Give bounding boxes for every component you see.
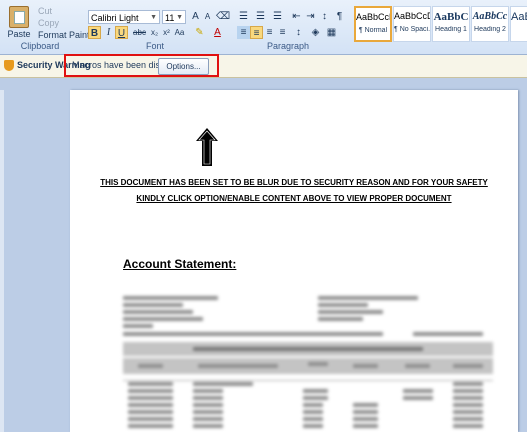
- styles-gallery: AaBbCcDc ¶ Normal AaBbCcDc ¶ No Spaci...…: [350, 4, 527, 42]
- italic-button[interactable]: I: [102, 26, 115, 39]
- bold-button[interactable]: B: [88, 26, 101, 39]
- paragraph-group-label: Paragraph: [266, 41, 310, 51]
- arrow-up-icon: [196, 128, 218, 166]
- paste-label: Paste: [7, 29, 31, 39]
- paste-button[interactable]: Paste: [4, 4, 34, 40]
- strikethrough-button[interactable]: abc: [133, 26, 146, 39]
- font-name-value: Calibri Light: [91, 13, 139, 23]
- account-statement-heading: Account Statement:: [123, 257, 237, 271]
- style-sample: AaBbCcDc: [356, 12, 390, 22]
- options-button[interactable]: Options...: [158, 58, 209, 75]
- change-case-button[interactable]: Aa: [173, 26, 186, 39]
- sort-icon[interactable]: ↕: [318, 10, 331, 23]
- clear-formatting-icon[interactable]: ⌫: [216, 10, 230, 23]
- vertical-ruler: [0, 90, 4, 432]
- underline-button[interactable]: U: [115, 26, 128, 39]
- align-right-icon[interactable]: ≡: [263, 26, 276, 39]
- bullets-icon[interactable]: ☰: [237, 10, 250, 23]
- superscript-button[interactable]: x²: [160, 26, 173, 39]
- style-heading-1[interactable]: AaBbC Heading 1: [432, 6, 470, 42]
- font-size-value: 11: [165, 13, 175, 23]
- security-notice-line: THIS DOCUMENT HAS BEEN SET TO BE BLUR DU…: [100, 178, 488, 187]
- increase-indent-icon[interactable]: ⇥: [304, 10, 317, 23]
- multilevel-list-icon[interactable]: ☰: [271, 10, 284, 23]
- style-sample: AaBbC: [433, 11, 469, 23]
- ribbon: Paste Cut Copy Format Painter Clipboard …: [0, 0, 527, 55]
- style-sample: AaBbCcDc: [394, 11, 430, 21]
- blurred-statement-table: [123, 292, 493, 432]
- style-name: ¶ No Spaci...: [394, 26, 430, 33]
- style-name: Heading 1: [435, 26, 467, 33]
- style-no-spacing[interactable]: AaBbCcDc ¶ No Spaci...: [393, 6, 431, 42]
- style-more[interactable]: AaB: [510, 6, 527, 42]
- font-name-box[interactable]: Calibri Light ▼: [88, 10, 160, 24]
- highlight-icon[interactable]: ✎: [193, 26, 206, 39]
- decrease-indent-icon[interactable]: ⇤: [290, 10, 303, 23]
- align-left-icon[interactable]: ≡: [237, 26, 250, 39]
- font-group-label: Font: [145, 41, 164, 51]
- style-sample: AaBbCc: [472, 11, 508, 22]
- style-heading-2[interactable]: AaBbCc Heading 2: [471, 6, 509, 42]
- shrink-font-icon[interactable]: A: [201, 10, 214, 23]
- shading-icon[interactable]: ◈: [309, 26, 322, 39]
- line-spacing-icon[interactable]: ↕: [292, 26, 305, 39]
- style-name: Heading 2: [474, 26, 506, 33]
- style-name: ¶ Normal: [358, 27, 388, 34]
- justify-icon[interactable]: ≡: [276, 26, 289, 39]
- style-sample: AaB: [511, 11, 527, 23]
- chevron-down-icon: ▼: [150, 14, 157, 21]
- pilcrow-icon[interactable]: ¶: [333, 10, 346, 23]
- align-center-icon[interactable]: ≡: [250, 26, 263, 39]
- instruction-line: KINDLY CLICK OPTION/ENABLE CONTENT ABOVE…: [136, 194, 452, 203]
- font-size-box[interactable]: 11 ▼: [162, 10, 186, 24]
- copy-button[interactable]: Copy: [38, 18, 59, 28]
- style-normal[interactable]: AaBbCcDc ¶ Normal: [354, 6, 392, 42]
- clipboard-group-label: Clipboard: [20, 41, 60, 51]
- shield-icon: [4, 60, 14, 71]
- font-color-icon[interactable]: A: [211, 26, 224, 39]
- borders-icon[interactable]: ▦: [325, 26, 338, 39]
- clipboard-icon: [9, 6, 29, 28]
- chevron-down-icon: ▼: [176, 14, 183, 21]
- numbering-icon[interactable]: ☰: [254, 10, 267, 23]
- cut-button[interactable]: Cut: [38, 6, 52, 16]
